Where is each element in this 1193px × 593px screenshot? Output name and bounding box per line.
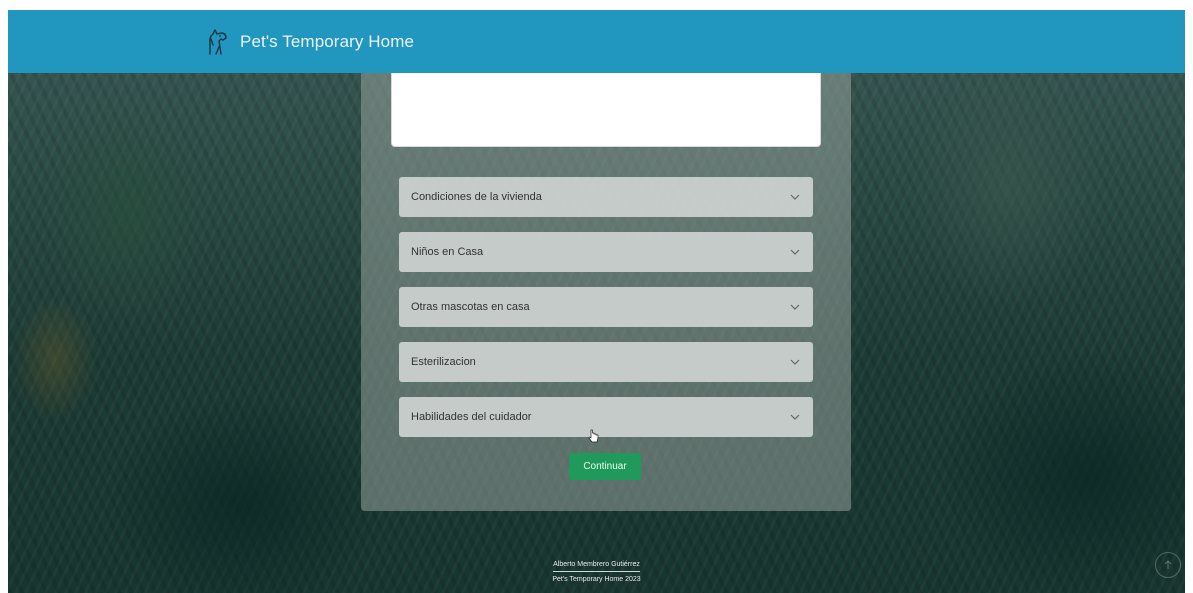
chevron-down-icon — [790, 414, 800, 420]
footer: Alberto Membrero Gutiérrez Pet's Tempora… — [8, 553, 1185, 583]
accordion-esterilizacion[interactable]: Esterilizacion — [399, 342, 813, 382]
accordion-habilidades-cuidador[interactable]: Habilidades del cuidador — [399, 397, 813, 437]
continue-button[interactable]: Continuar — [569, 453, 641, 480]
accordion-label: Otras mascotas en casa — [411, 301, 530, 313]
accordion-label: Habilidades del cuidador — [411, 411, 532, 423]
mouse-cursor-icon — [588, 429, 599, 443]
description-textarea[interactable] — [391, 73, 821, 147]
accordion-label: Condiciones de la vivienda — [411, 191, 542, 203]
chevron-down-icon — [790, 359, 800, 365]
page-frame: Pet's Temporary Home Condiciones de la v… — [8, 10, 1185, 593]
navbar: Pet's Temporary Home — [8, 10, 1185, 73]
accordion-label: Esterilizacion — [411, 356, 476, 368]
footer-author: Alberto Membrero Gutiérrez — [553, 561, 640, 572]
chevron-down-icon — [790, 304, 800, 310]
footer-copyright: Pet's Temporary Home 2023 — [552, 576, 641, 583]
arrow-up-circle-icon — [1164, 560, 1172, 569]
accordion-condiciones-vivienda[interactable]: Condiciones de la vivienda — [399, 177, 813, 217]
brand-title[interactable]: Pet's Temporary Home — [240, 32, 414, 52]
accordion-label: Niños en Casa — [411, 246, 484, 258]
form-card: Condiciones de la vivienda Niños en Casa… — [361, 73, 851, 511]
chevron-down-icon — [790, 249, 800, 255]
chevron-down-icon — [790, 194, 800, 200]
dog-outline-icon[interactable] — [204, 27, 230, 57]
accordion-ninos-en-casa[interactable]: Niños en Casa — [399, 232, 813, 272]
scroll-top-button[interactable] — [1155, 552, 1181, 578]
accordion-otras-mascotas[interactable]: Otras mascotas en casa — [399, 287, 813, 327]
